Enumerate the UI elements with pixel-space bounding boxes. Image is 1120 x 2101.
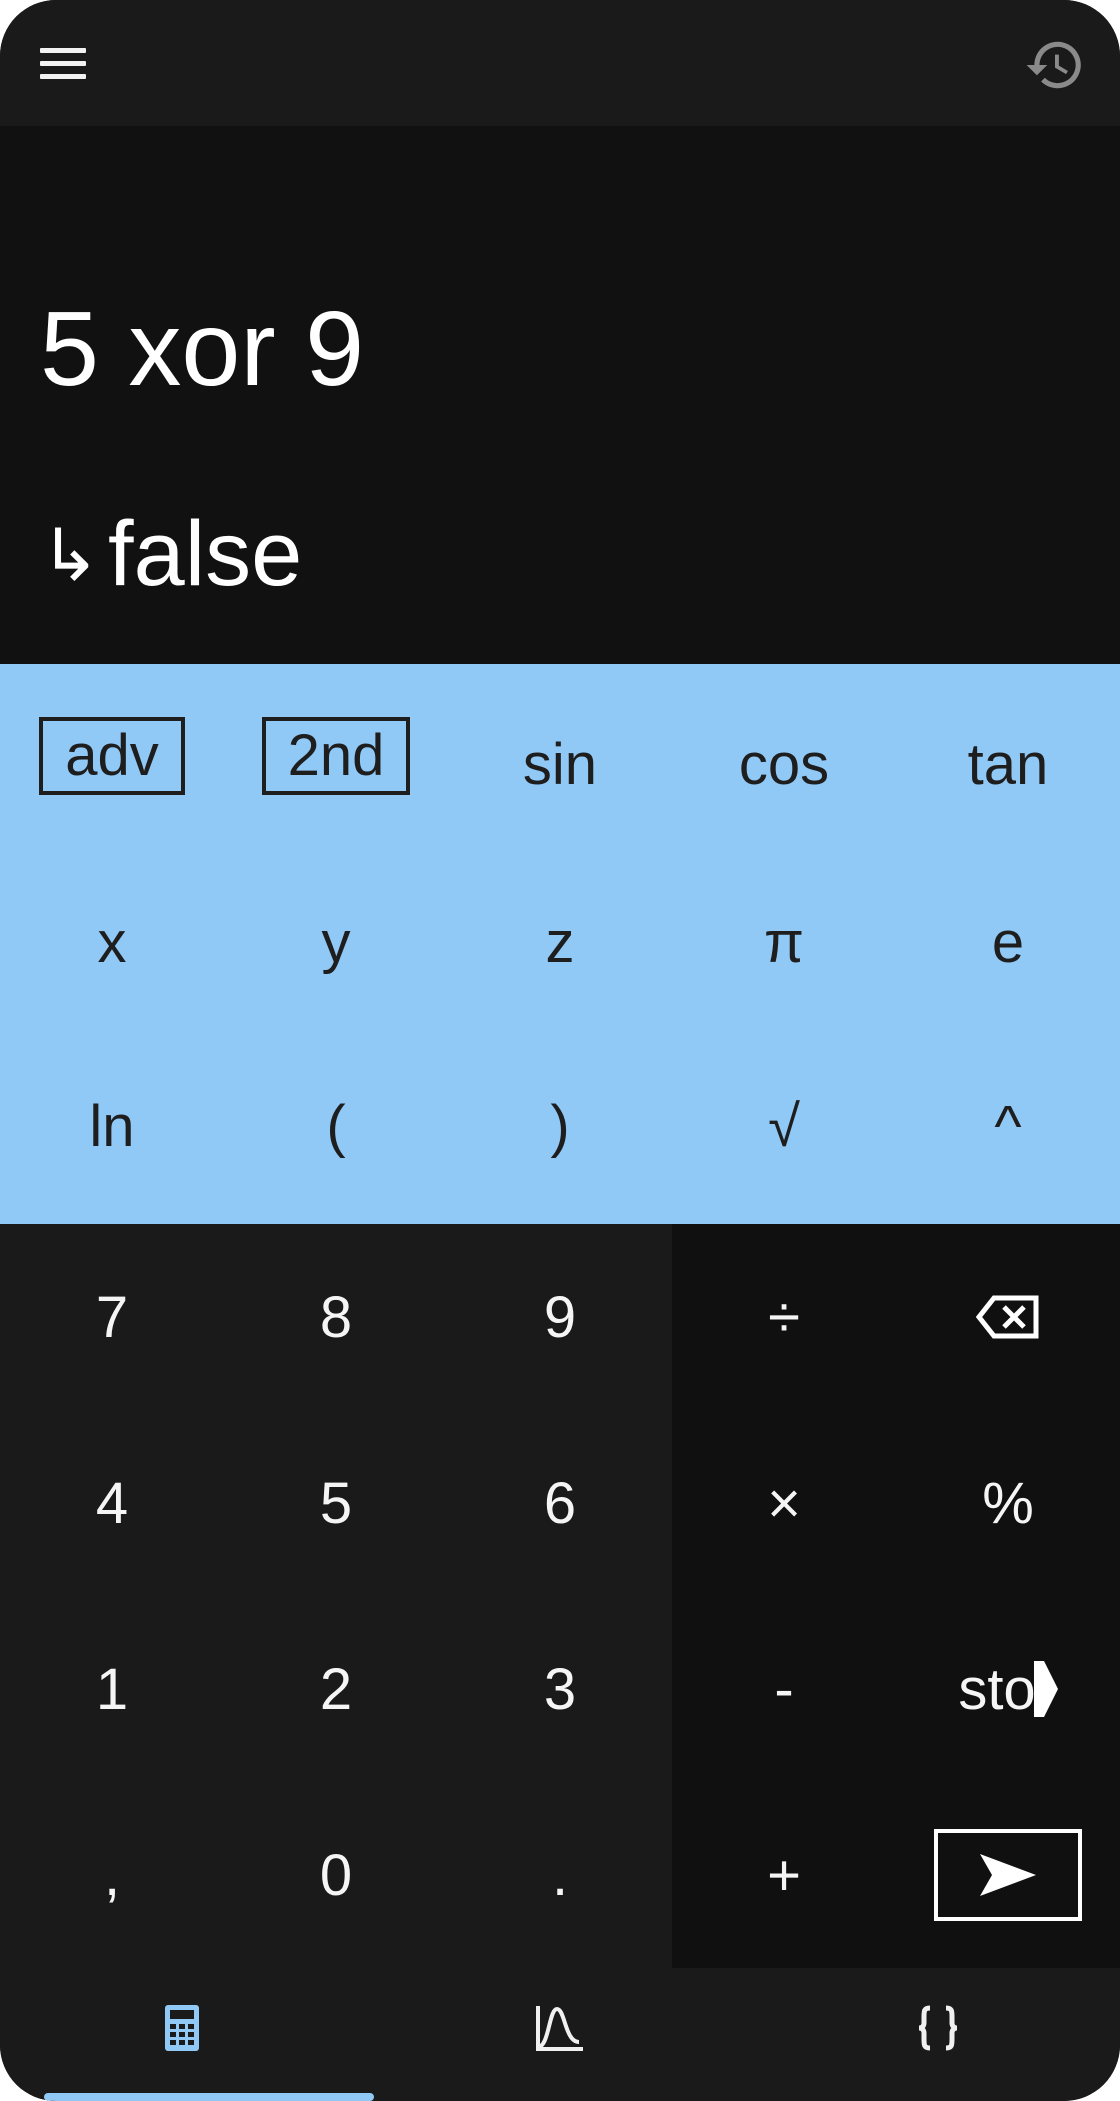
- calculator-app: 5 xor 9 ↳ false adv 2nd sin cos tan x y …: [0, 0, 1120, 2101]
- decimal-key[interactable]: .: [448, 1782, 672, 1968]
- result-text: false: [108, 503, 303, 605]
- advanced-keypad: adv 2nd sin cos tan x y z π e ln ( ) √ ^: [0, 664, 1120, 1224]
- multiply-key[interactable]: ×: [672, 1410, 896, 1596]
- plus-key[interactable]: +: [672, 1782, 896, 1968]
- digit-9-key[interactable]: 9: [448, 1224, 672, 1410]
- expression-text[interactable]: 5 xor 9: [40, 296, 364, 402]
- divide-key[interactable]: ÷: [672, 1224, 896, 1410]
- active-tab-indicator: [44, 2093, 374, 2101]
- history-icon[interactable]: [1024, 34, 1086, 96]
- backspace-key[interactable]: [896, 1224, 1120, 1410]
- sqrt-key[interactable]: √: [672, 1034, 896, 1218]
- second-key[interactable]: 2nd: [224, 664, 448, 848]
- percent-key[interactable]: %: [896, 1410, 1120, 1596]
- e-key[interactable]: e: [896, 850, 1120, 1034]
- digit-8-key[interactable]: 8: [224, 1224, 448, 1410]
- digit-0-key[interactable]: 0: [224, 1782, 448, 1968]
- bottom-navigation: [0, 1968, 1120, 2101]
- digit-7-key[interactable]: 7: [0, 1224, 224, 1410]
- store-arrow-icon: [1033, 1661, 1058, 1717]
- braces-icon: [918, 2005, 958, 2051]
- digit-2-key[interactable]: 2: [224, 1596, 448, 1782]
- menu-icon[interactable]: [36, 44, 92, 84]
- enter-arrow-icon: [980, 1854, 1036, 1896]
- open-paren-key[interactable]: (: [224, 1034, 448, 1218]
- enter-key[interactable]: [896, 1782, 1120, 1968]
- pi-key[interactable]: π: [672, 850, 896, 1034]
- number-keypad: 7 8 9 4 5 6 1 2 3 , 0 .: [0, 1224, 672, 1968]
- top-toolbar: [0, 0, 1120, 126]
- calculator-icon: [165, 2005, 199, 2051]
- close-paren-key[interactable]: ): [448, 1034, 672, 1218]
- display-area: 5 xor 9 ↳ false: [0, 126, 1120, 664]
- digit-1-key[interactable]: 1: [0, 1596, 224, 1782]
- digit-6-key[interactable]: 6: [448, 1410, 672, 1596]
- nav-code[interactable]: [800, 1968, 1076, 2088]
- minus-key[interactable]: -: [672, 1596, 896, 1782]
- backspace-icon: [976, 1295, 1039, 1339]
- z-key[interactable]: z: [448, 850, 672, 1034]
- adv-key-label: adv: [39, 717, 185, 795]
- enter-key-frame: [934, 1829, 1082, 1921]
- sin-key[interactable]: sin: [448, 672, 672, 856]
- x-key[interactable]: x: [0, 850, 224, 1034]
- digit-4-key[interactable]: 4: [0, 1410, 224, 1596]
- power-key[interactable]: ^: [896, 1034, 1120, 1218]
- operator-keypad: ÷ × % - sto +: [672, 1224, 1120, 1968]
- comma-key[interactable]: ,: [0, 1782, 224, 1968]
- result-arrow-icon: ↳: [40, 516, 101, 596]
- ln-key[interactable]: ln: [0, 1034, 224, 1218]
- adv-key[interactable]: adv: [0, 664, 224, 848]
- store-key[interactable]: sto: [896, 1596, 1120, 1782]
- digit-3-key[interactable]: 3: [448, 1596, 672, 1782]
- nav-graph[interactable]: [420, 1968, 700, 2088]
- nav-calculator[interactable]: [44, 1968, 320, 2088]
- y-key[interactable]: y: [224, 850, 448, 1034]
- store-key-label: sto: [958, 1656, 1036, 1722]
- cos-key[interactable]: cos: [672, 672, 896, 856]
- graph-icon: [536, 2006, 583, 2051]
- digit-5-key[interactable]: 5: [224, 1410, 448, 1596]
- second-key-label: 2nd: [261, 717, 411, 795]
- tan-key[interactable]: tan: [896, 672, 1120, 856]
